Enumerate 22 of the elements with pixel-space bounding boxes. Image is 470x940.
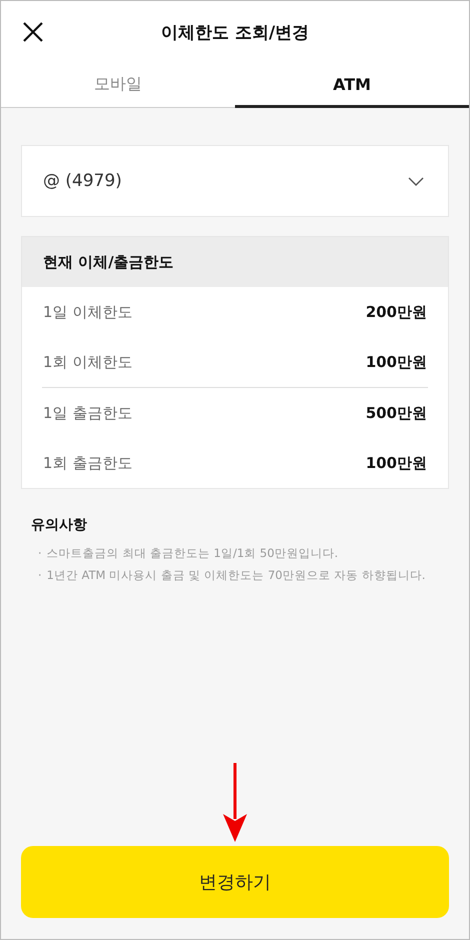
limit-label: 1일 출금한도 bbox=[42, 404, 132, 422]
note-text: 스마트출금의 최대 출금한도는 1일/1회 50만원입니다. bbox=[46, 545, 338, 562]
limits-header: 현재 이체/출금한도 bbox=[22, 237, 448, 287]
bullet: · bbox=[38, 545, 42, 562]
page-title: 이체한도 조회/변경 bbox=[160, 22, 310, 44]
tab[interactable]: ATM bbox=[235, 63, 469, 108]
down-arrow-icon bbox=[222, 763, 248, 842]
tab[interactable]: 모바일 bbox=[1, 63, 235, 108]
notes-title: 유의사항 bbox=[31, 516, 88, 534]
limit-value: 100만원 bbox=[366, 454, 428, 472]
limit-label: 1회 출금한도 bbox=[42, 454, 132, 472]
chevron-down-icon bbox=[408, 176, 424, 186]
change-button[interactable]: 변경하기 bbox=[21, 846, 449, 918]
note-text: 1년간 ATM 미사용시 출금 및 이체한도는 70만원으로 자동 하향됩니다. bbox=[46, 567, 426, 584]
bullet: · bbox=[38, 567, 42, 584]
account-dropdown[interactable]: @ (4979) bbox=[21, 145, 449, 217]
limit-value: 200만원 bbox=[366, 302, 428, 322]
limit-label: 1일 이체한도 bbox=[42, 302, 132, 322]
limit-value: 100만원 bbox=[366, 352, 428, 372]
limit-value: 500만원 bbox=[366, 404, 428, 422]
limit-label: 1회 이체한도 bbox=[42, 352, 132, 372]
close-icon[interactable] bbox=[23, 22, 43, 42]
